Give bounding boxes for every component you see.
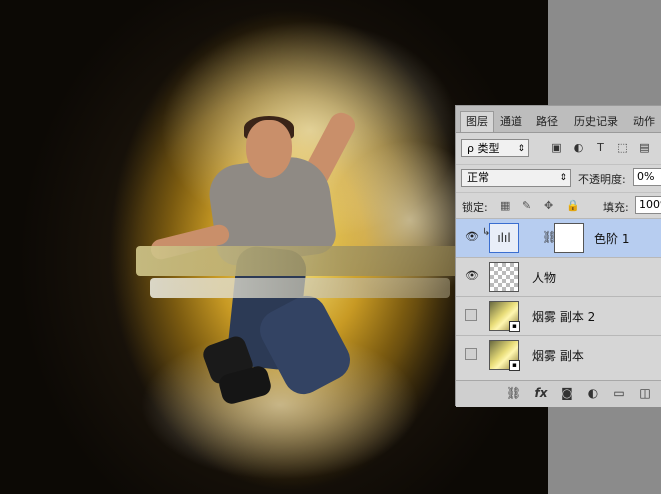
eye-icon[interactable]: 👁: [465, 231, 479, 243]
layer-name: 人物: [532, 271, 557, 285]
lock-row: 锁定: ▦ ✎ ✥ 🔒 填充: 100%: [456, 192, 661, 217]
opacity-label: 不透明度:: [578, 173, 626, 186]
filter-smartobject-icon[interactable]: ▤: [639, 142, 650, 153]
add-mask-icon[interactable]: ◙: [560, 386, 574, 400]
tab-layers[interactable]: 图层: [460, 111, 494, 132]
person-head: [246, 120, 292, 178]
tab-channels[interactable]: 通道: [496, 112, 526, 132]
layer-row-person[interactable]: 👁 人物: [456, 257, 661, 296]
opacity-input[interactable]: 0%: [633, 168, 661, 186]
layer-row-smoke-copy-2[interactable]: ▪ 烟雾 副本 2: [456, 296, 661, 335]
lock-move-icon[interactable]: ✥: [544, 199, 553, 212]
lock-paint-icon[interactable]: ✎: [522, 199, 531, 212]
eye-icon[interactable]: 👁: [465, 270, 479, 282]
panel-tab-bar: 图层 通道 路径 历史记录 动作: [456, 106, 661, 133]
new-group-icon[interactable]: ▭: [612, 386, 626, 400]
filter-label: ρ 类型: [467, 142, 500, 155]
chevron-updown-icon: ⇕: [559, 173, 567, 183]
filter-type-icon[interactable]: T: [595, 142, 606, 153]
layer-thumbnail: [489, 262, 519, 292]
tab-history[interactable]: 历史记录: [568, 112, 624, 132]
lock-all-icon[interactable]: 🔒: [566, 199, 580, 212]
layers-panel: 图层 通道 路径 历史记录 动作 ρ 类型 ⇕ ▣ ◐ T ⬚ ▤ 正常 ⇕ 不…: [455, 105, 661, 407]
tab-paths[interactable]: 路径: [532, 112, 562, 132]
layer-mask-thumbnail[interactable]: [554, 223, 584, 253]
blend-row: 正常 ⇕ 不透明度: 0%: [456, 164, 661, 189]
filter-pixel-icon[interactable]: ▣: [551, 142, 562, 153]
fill-label: 填充:: [603, 201, 629, 214]
tab-actions[interactable]: 动作: [628, 112, 660, 132]
lock-label: 锁定:: [462, 201, 488, 214]
layer-row-smoke-copy[interactable]: ▪ 烟雾 副本: [456, 335, 661, 374]
layer-name: 烟雾 副本 2: [532, 310, 596, 324]
fx-icon[interactable]: fx: [534, 386, 548, 400]
filter-adjustment-icon[interactable]: ◐: [573, 142, 584, 153]
new-layer-icon[interactable]: ◫: [638, 386, 652, 400]
layer-drag-ghost: [136, 246, 466, 276]
layers-bottom-toolbar: ⛓ fx ◙ ◐ ▭ ◫: [456, 380, 661, 407]
smart-object-badge-icon: ▪: [509, 360, 520, 371]
blend-mode-select[interactable]: 正常 ⇕: [461, 169, 571, 187]
lock-transparent-icon[interactable]: ▦: [500, 199, 510, 212]
chevron-updown-icon: ⇕: [517, 144, 525, 154]
layer-drag-ghost-2: [150, 278, 450, 298]
visibility-toggle-off[interactable]: [465, 309, 477, 321]
visibility-toggle-off[interactable]: [465, 348, 477, 360]
link-layers-icon[interactable]: ⛓: [506, 386, 521, 400]
layer-filter-row: ρ 类型 ⇕ ▣ ◐ T ⬚ ▤: [456, 136, 661, 160]
layer-name: 烟雾 副本: [532, 349, 584, 363]
new-adjustment-icon[interactable]: ◐: [586, 386, 600, 400]
layer-filter-select[interactable]: ρ 类型 ⇕: [461, 139, 529, 157]
layer-row-levels[interactable]: 👁 ↳ ılıl ⛓ 色阶 1: [456, 218, 661, 257]
smart-object-badge-icon: ▪: [509, 321, 520, 332]
layer-name: 色阶 1: [594, 232, 630, 246]
filter-shape-icon[interactable]: ⬚: [617, 142, 628, 153]
layer-list: 👁 ↳ ılıl ⛓ 色阶 1 👁 人物 ▪ 烟雾 副本 2 ▪ 烟雾 副本: [456, 218, 661, 380]
levels-adjustment-icon: ılıl: [489, 223, 519, 253]
fill-input[interactable]: 100%: [635, 196, 661, 214]
blend-mode-value: 正常: [467, 171, 489, 184]
